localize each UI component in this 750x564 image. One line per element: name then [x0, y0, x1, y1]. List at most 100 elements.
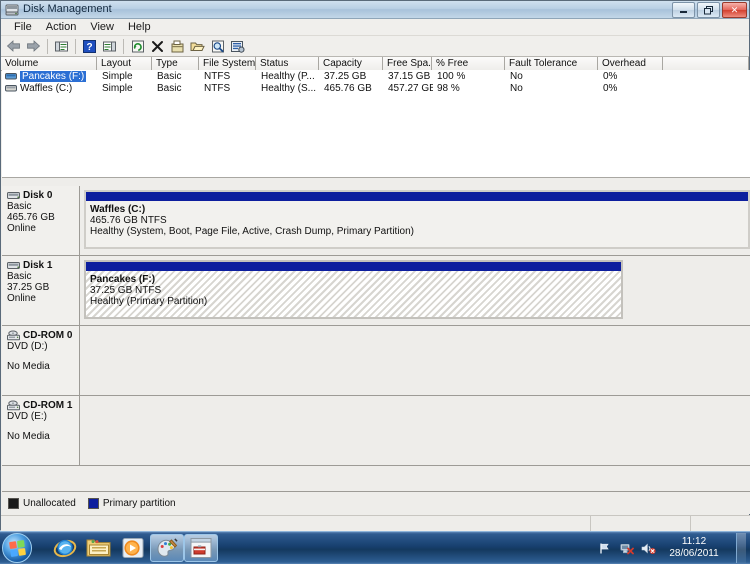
start-button[interactable]: [2, 533, 32, 563]
legend: Unallocated Primary partition: [2, 491, 750, 514]
cell-overhead: 0%: [603, 82, 618, 94]
cell-free-space: 457.27 GB: [388, 82, 433, 94]
system-tray: 11:12 28/06/2011: [597, 532, 746, 564]
disk-state: Online: [7, 293, 36, 304]
status-bar: [1, 515, 750, 531]
column-header-layout[interactable]: Layout: [97, 57, 152, 70]
disk-name: CD-ROM 0: [23, 330, 73, 341]
menu-item-file[interactable]: File: [7, 20, 39, 34]
disk-title: CD-ROM 1: [7, 400, 75, 411]
show-desktop-button[interactable]: [736, 533, 746, 563]
back-icon[interactable]: [4, 37, 23, 55]
taskbar-paint[interactable]: [150, 534, 184, 562]
refresh-icon[interactable]: [128, 37, 147, 55]
close-button[interactable]: ✕: [722, 2, 747, 18]
cell-fault-tolerance: No: [510, 70, 523, 82]
menu-item-view[interactable]: View: [83, 20, 121, 34]
partition-text: Waffles (C:) 465.76 GB NTFS Healthy (Syste…: [86, 201, 748, 237]
cd-rom-icon: [7, 330, 20, 341]
rescan-disks-icon[interactable]: [208, 37, 227, 55]
column-header-capacity[interactable]: Capacity: [319, 57, 383, 70]
delete-icon[interactable]: [148, 37, 167, 55]
table-row[interactable]: Waffles (C:) Simple Basic NTFS Healthy (S...…: [2, 82, 750, 94]
cell-percent-free: 100 %: [437, 70, 466, 82]
column-header-volume[interactable]: Volume: [1, 57, 97, 70]
disk-info-panel[interactable]: CD-ROM 0 DVD (D:) No Media: [2, 326, 80, 395]
menu-item-action[interactable]: Action: [39, 20, 84, 34]
pane-splitter[interactable]: [2, 178, 750, 186]
disk-type: Basic: [7, 201, 32, 212]
open-icon[interactable]: [188, 37, 207, 55]
volume-list[interactable]: Pancakes (F:) Simple Basic NTFS Healthy (P..…: [2, 70, 750, 174]
cell-status: Healthy (P...: [261, 70, 315, 82]
column-header-type[interactable]: Type: [152, 57, 199, 70]
disk-state: No Media: [7, 431, 50, 442]
column-header-file-system[interactable]: File System: [199, 57, 256, 70]
partition-status: Healthy (Primary Partition): [90, 296, 208, 307]
taskbar-internet-explorer[interactable]: [48, 534, 82, 562]
disk-partition-area: [80, 326, 750, 395]
taskbar-disk-management[interactable]: [184, 534, 218, 562]
toolbar-separator: [47, 38, 48, 54]
taskbar-windows-explorer[interactable]: [82, 534, 116, 562]
partition-name: Pancakes (F:): [90, 274, 156, 285]
graphical-view[interactable]: Disk 0 Basic 465.76 GB Online Waffles (C:) 46…: [2, 186, 750, 491]
forward-icon[interactable]: [24, 37, 43, 55]
toolbar-separator: [75, 38, 76, 54]
cell-layout: Simple: [102, 82, 133, 94]
disk-info-panel[interactable]: Disk 1 Basic 37.25 GB Online: [2, 256, 80, 325]
cell-type: Basic: [157, 70, 182, 82]
disk-row: Disk 1 Basic 37.25 GB Online Pancakes (F:) 37…: [2, 256, 750, 326]
window-titlebar[interactable]: Disk Management ✕: [1, 1, 749, 19]
network-disconnected-icon[interactable]: [619, 541, 634, 556]
disk-state: Online: [7, 223, 36, 234]
volume-name: Pancakes (F:): [20, 70, 87, 82]
clock-date: 28/06/2011: [669, 548, 719, 559]
clock[interactable]: 11:12 28/06/2011: [663, 536, 725, 560]
column-header-free-spa[interactable]: Free Spa...: [383, 57, 432, 70]
volume-muted-icon[interactable]: [641, 541, 656, 556]
legend-swatch-unallocated: [8, 497, 19, 509]
cell-volume: Waffles (C:): [2, 83, 98, 94]
disk-management-icon: [5, 3, 19, 16]
status-segment-third: [691, 516, 750, 531]
column-header-blank[interactable]: [663, 57, 749, 70]
partition-capacity-bar: [86, 262, 622, 271]
action-center-flag-icon[interactable]: [597, 541, 612, 556]
hard-disk-icon: [7, 191, 20, 201]
restore-button[interactable]: [697, 2, 720, 18]
menu-item-help[interactable]: Help: [121, 20, 158, 34]
show-hide-action-pane-icon[interactable]: [100, 37, 119, 55]
column-header-overhead[interactable]: Overhead: [598, 57, 663, 70]
disk-info-panel[interactable]: Disk 0 Basic 465.76 GB Online: [2, 186, 80, 255]
cell-file-system: NTFS: [204, 82, 231, 94]
cell-status: Healthy (S...: [261, 82, 317, 94]
windows-logo-icon: [8, 539, 26, 557]
quick-launch-bar: [48, 534, 218, 562]
volume-name: Waffles (C:): [20, 82, 73, 94]
column-header-free[interactable]: % Free: [432, 57, 505, 70]
partition-name: Waffles (C:): [90, 204, 146, 215]
disk-size: 37.25 GB: [7, 282, 50, 293]
minimize-button[interactable]: [672, 2, 695, 18]
partition-block[interactable]: Waffles (C:) 465.76 GB NTFS Healthy (Syste…: [84, 190, 750, 249]
column-header-fault-tolerance[interactable]: Fault Tolerance: [505, 57, 598, 70]
column-header-status[interactable]: Status: [256, 57, 319, 70]
properties-icon[interactable]: [168, 37, 187, 55]
disk-title: Disk 0: [7, 190, 75, 201]
legend-item-primary-partition: Primary partition: [87, 497, 176, 509]
partition-capacity-bar: [86, 192, 748, 201]
all-tasks-icon[interactable]: [228, 37, 247, 55]
partition-status: Healthy (System, Boot, Page File, Active…: [90, 226, 414, 237]
disk-info-panel[interactable]: CD-ROM 1 DVD (E:) No Media: [2, 396, 80, 465]
legend-label-primary-partition: Primary partition: [102, 497, 176, 509]
disk-partition-area: Pancakes (F:) 37.25 GB NTFS Healthy (Prima…: [80, 256, 750, 325]
window-title: Disk Management: [23, 3, 112, 15]
cell-capacity: 465.76 GB: [324, 82, 372, 94]
table-row[interactable]: Pancakes (F:) Simple Basic NTFS Healthy (P..…: [2, 70, 750, 82]
disk-partition-area: [80, 396, 750, 465]
partition-block[interactable]: Pancakes (F:) 37.25 GB NTFS Healthy (Prima…: [84, 260, 624, 319]
help-icon[interactable]: ?: [80, 37, 99, 55]
taskbar-media-player[interactable]: [116, 534, 150, 562]
show-hide-console-tree-icon[interactable]: [52, 37, 71, 55]
